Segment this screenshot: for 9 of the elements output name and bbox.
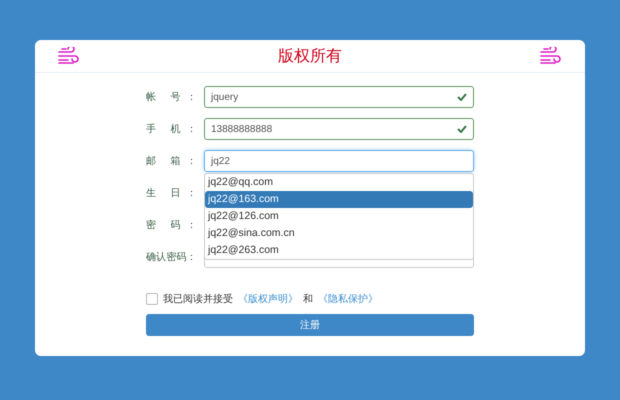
card-title: 版权所有 xyxy=(278,46,342,66)
field-label: 帐 号： xyxy=(146,90,196,104)
and-text: 和 xyxy=(303,292,313,306)
field-label: 手 机： xyxy=(146,122,196,136)
agree-text: 我已阅读并接受 xyxy=(163,292,233,306)
field-label: 邮 箱： xyxy=(146,154,196,168)
field-label: 确认密码： xyxy=(146,250,196,264)
field-label: 生 日： xyxy=(146,186,196,200)
field-label: 密 码： xyxy=(146,218,196,232)
